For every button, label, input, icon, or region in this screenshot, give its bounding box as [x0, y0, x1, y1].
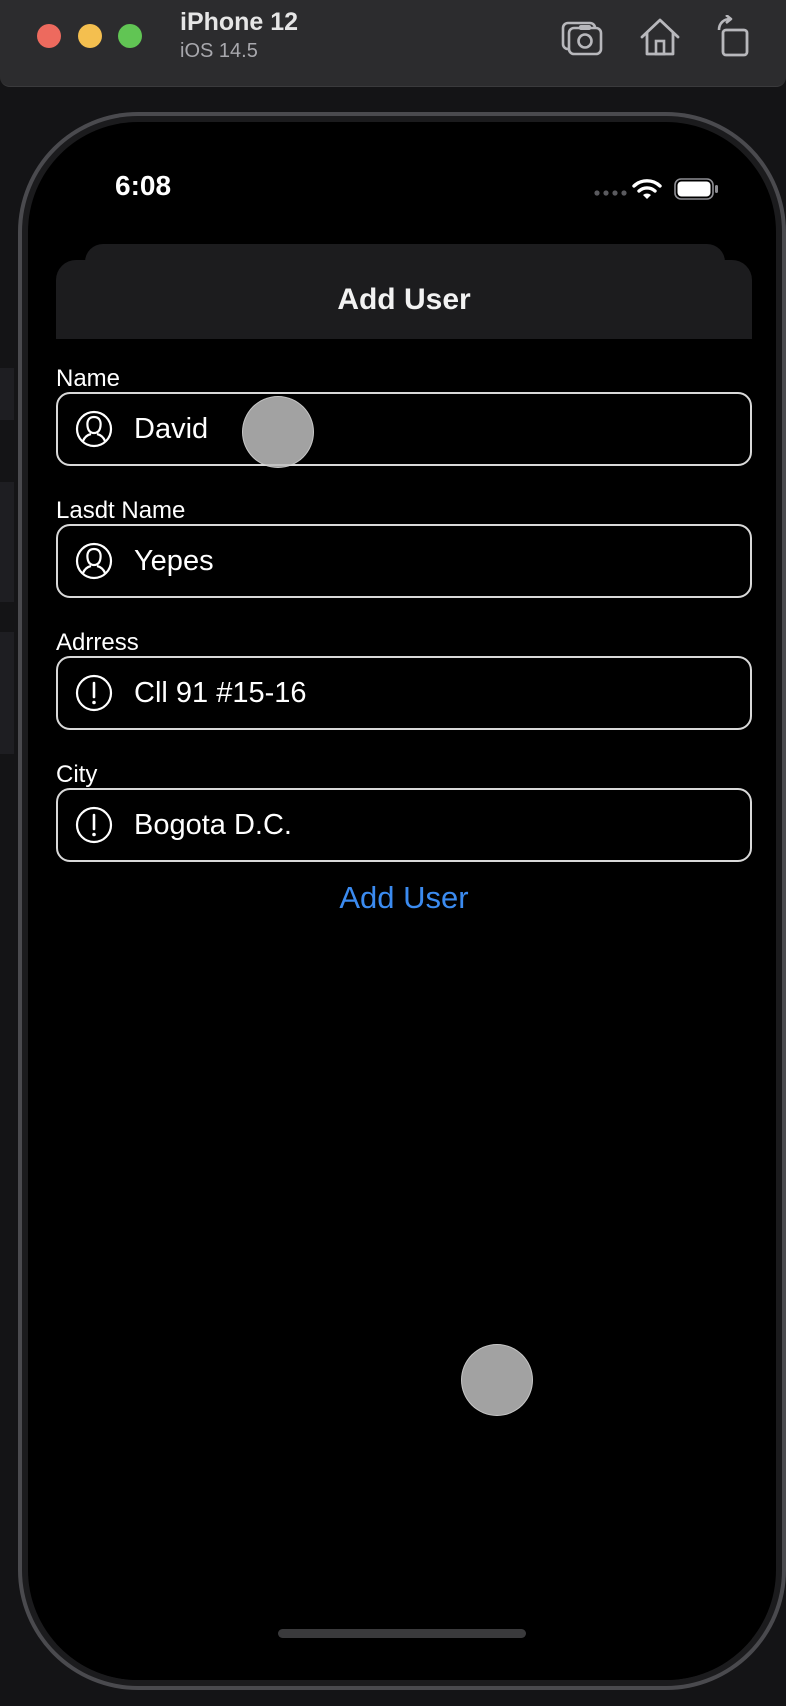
last-name-label: Lasdt Name	[56, 497, 186, 524]
city-input[interactable]	[132, 807, 732, 843]
screenshot-icon[interactable]	[560, 15, 604, 59]
device-screen: 6:08 Add User Name David Lasdt Name Yepe…	[28, 122, 776, 1680]
add-user-button[interactable]: Add User	[56, 879, 752, 917]
zoom-window-button[interactable]	[118, 24, 142, 48]
add-user-sheet: Add User Name Lasdt Name	[56, 260, 752, 1680]
address-field[interactable]	[56, 656, 752, 730]
city-label: City	[56, 761, 98, 788]
rotate-icon[interactable]	[713, 15, 757, 59]
exclamation-icon	[75, 806, 113, 844]
device-frame: 6:08 Add User Name David Lasdt Name Yepe…	[18, 112, 786, 1690]
home-icon[interactable]	[638, 15, 682, 59]
background-window-edge	[0, 482, 14, 602]
last-name-input[interactable]	[132, 543, 732, 579]
name-input[interactable]	[132, 411, 732, 447]
wifi-icon	[632, 179, 662, 199]
close-window-button[interactable]	[37, 24, 61, 48]
exclamation-icon	[75, 674, 113, 712]
address-label: Adrress	[56, 629, 139, 656]
city-field[interactable]	[56, 788, 752, 862]
simulator-title-bar: iPhone 12 iOS 14.5	[0, 0, 786, 87]
touch-indicator	[461, 1344, 533, 1416]
last-name-field[interactable]	[56, 524, 752, 598]
background-window-edge	[0, 368, 14, 420]
person-icon	[75, 542, 113, 580]
background-window-edge	[0, 632, 14, 754]
navigation-bar: Add User	[56, 260, 752, 339]
address-input[interactable]	[132, 675, 732, 711]
page-title: Add User	[337, 282, 471, 316]
person-icon	[75, 410, 113, 448]
name-label: Name	[56, 365, 121, 392]
simulator-os-version: iOS 14.5	[180, 40, 258, 62]
signal-dots-icon	[594, 190, 627, 196]
device-bezel: 6:08 Add User Name David Lasdt Name Yepe…	[22, 116, 782, 1686]
minimize-window-button[interactable]	[78, 24, 102, 48]
touch-indicator	[242, 396, 314, 468]
status-time: 6:08	[115, 170, 172, 201]
home-indicator	[278, 1629, 526, 1638]
name-field[interactable]	[56, 392, 752, 466]
simulator-device-name: iPhone 12	[180, 8, 299, 36]
battery-icon	[674, 178, 718, 200]
